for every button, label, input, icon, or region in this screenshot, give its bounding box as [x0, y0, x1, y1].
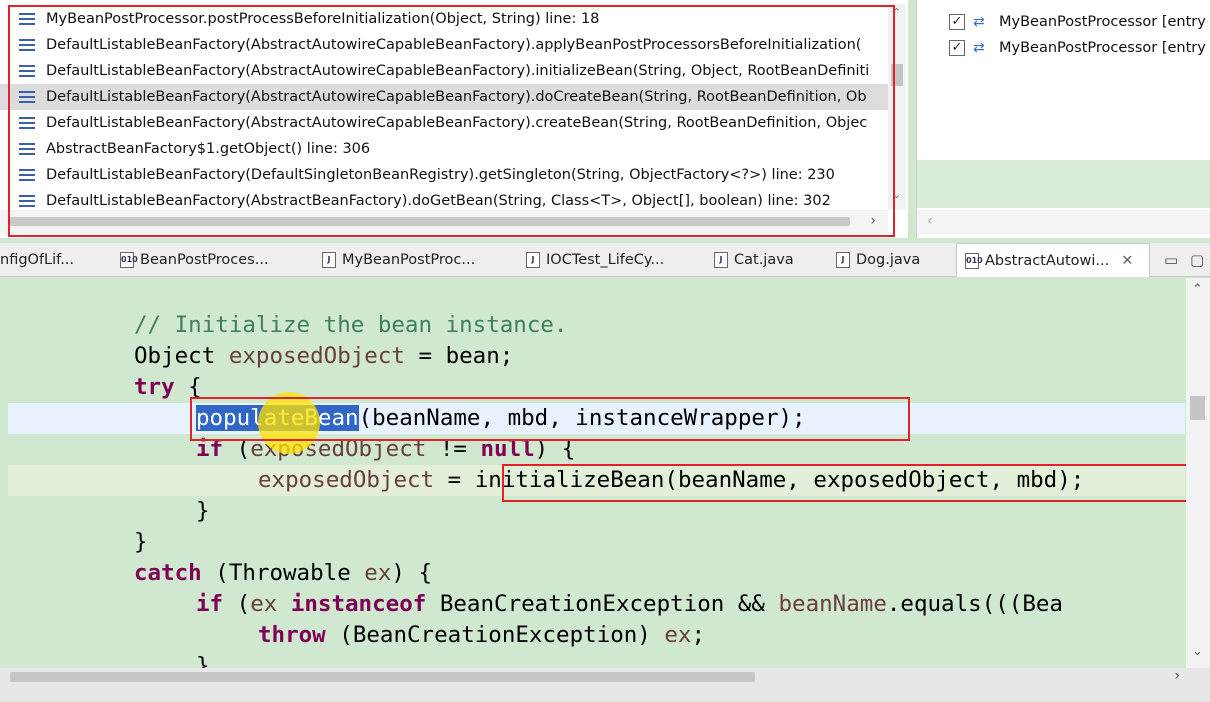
scroll-thumb[interactable]: [10, 217, 850, 226]
class-file-icon: 010: [965, 253, 983, 269]
code-editor[interactable]: // Initialize the bean instance. Object …: [0, 278, 1185, 668]
code-line: if (exposedObject != null) {: [196, 436, 576, 462]
stack-frame-list: MyBeanPostProcessor.postProcessBeforeIni…: [0, 6, 888, 214]
code-line: }: [196, 498, 210, 524]
stack-frame-row-selected[interactable]: DefaultListableBeanFactory(AbstractAutow…: [0, 84, 888, 110]
breakpoint-checkbox[interactable]: ✓: [949, 14, 965, 30]
scroll-up-icon[interactable]: ⌃: [892, 6, 901, 19]
code-line: }: [196, 653, 210, 668]
code-line: exposedObject = initializeBean(beanName,…: [8, 465, 1185, 496]
minimize-icon[interactable]: ▭: [1164, 243, 1178, 277]
code-line: if (ex instanceof BeanCreationException …: [196, 591, 1063, 617]
scroll-thumb[interactable]: [1190, 396, 1205, 420]
breakpoint-checkbox[interactable]: ✓: [949, 40, 965, 56]
scroll-thumb[interactable]: [891, 64, 903, 86]
stack-frame-icon: [19, 117, 35, 129]
java-file-icon: J: [526, 252, 540, 268]
stack-frame-icon: [19, 143, 35, 155]
editor-vertical-scrollbar[interactable]: ⌃ ⌄: [1186, 278, 1210, 668]
stack-horizontal-scrollbar[interactable]: ›: [0, 210, 888, 234]
code-line: catch (Throwable ex) {: [134, 560, 433, 586]
breakpoints-view: ✓ ⇄ MyBeanPostProcessor [entry ✓ ⇄ MyBea…: [916, 0, 1210, 238]
editor-horizontal-scrollbar[interactable]: ›: [0, 668, 1210, 702]
scroll-thumb[interactable]: [10, 672, 755, 682]
code-line-current: populateBean(beanName, mbd, instanceWrap…: [8, 403, 1185, 434]
stack-frame-icon: [19, 13, 35, 25]
stack-frame-row[interactable]: DefaultListableBeanFactory(DefaultSingle…: [0, 162, 888, 188]
editor-tab-bar: nfigOfLif... 010 BeanPostProces... J MyBea…: [0, 243, 1210, 277]
class-file-icon: 010: [120, 252, 138, 268]
scroll-down-icon[interactable]: ⌄: [1192, 644, 1203, 659]
tab-config-of-lifecycle[interactable]: nfigOfLif...: [0, 243, 74, 277]
close-tab-icon[interactable]: ✕: [1121, 253, 1133, 269]
scroll-left-icon[interactable]: ‹: [927, 213, 933, 229]
tab-abstract-autowire[interactable]: 010 AbstractAutowi... ✕: [956, 243, 1150, 277]
code-line: Object exposedObject = bean;: [134, 343, 514, 369]
breakpoint-entry-icon: ⇄: [973, 14, 985, 30]
tab-bean-post-processor[interactable]: 010 BeanPostProces...: [120, 243, 269, 277]
stack-frame-icon: [19, 39, 35, 51]
scroll-right-icon[interactable]: ›: [1174, 668, 1180, 684]
stack-frame-row[interactable]: DefaultListableBeanFactory(AbstractAutow…: [0, 58, 888, 84]
stack-frame-row[interactable]: DefaultListableBeanFactory(AbstractAutow…: [0, 32, 888, 58]
java-file-icon: J: [322, 252, 336, 268]
stack-frame-row[interactable]: MyBeanPostProcessor.postProcessBeforeIni…: [0, 6, 888, 32]
stack-frame-icon: [19, 91, 35, 103]
scroll-up-icon[interactable]: ⌃: [1192, 282, 1203, 297]
scroll-right-icon[interactable]: ›: [870, 213, 876, 229]
code-line: throw (BeanCreationException) ex;: [258, 622, 706, 648]
code-line-comment: // Initialize the bean instance.: [134, 312, 568, 338]
java-file-icon: J: [836, 252, 850, 268]
scroll-down-icon[interactable]: ⌄: [892, 188, 901, 201]
stack-frame-icon: [19, 65, 35, 77]
stack-frame-icon: [19, 195, 35, 207]
tab-cat-java[interactable]: J Cat.java: [714, 243, 794, 277]
java-file-icon: J: [714, 252, 728, 268]
stack-frame-icon: [19, 169, 35, 181]
maximize-icon[interactable]: ▢: [1190, 243, 1204, 277]
code-line: try {: [134, 374, 202, 400]
breakpoint-entry-icon: ⇄: [973, 40, 985, 56]
tab-ioctest-lifecycle[interactable]: J IOCTest_LifeCy...: [526, 243, 664, 277]
breakpoints-horizontal-scrollbar[interactable]: ‹: [917, 210, 1210, 234]
selected-text[interactable]: populateBean: [196, 405, 359, 431]
stack-frame-row[interactable]: DefaultListableBeanFactory(AbstractAutow…: [0, 110, 888, 136]
code-line: }: [134, 529, 148, 555]
debug-stack-view: MyBeanPostProcessor.postProcessBeforeIni…: [0, 0, 908, 238]
tab-my-bean-post-processor[interactable]: J MyBeanPostProc...: [322, 243, 475, 277]
stack-frame-row[interactable]: AbstractBeanFactory$1.getObject() line: …: [0, 136, 888, 162]
breakpoint-detail-bar: [917, 160, 1210, 208]
stack-vertical-scrollbar[interactable]: ⌃ ⌄: [888, 4, 906, 210]
tab-dog-java[interactable]: J Dog.java: [836, 243, 920, 277]
